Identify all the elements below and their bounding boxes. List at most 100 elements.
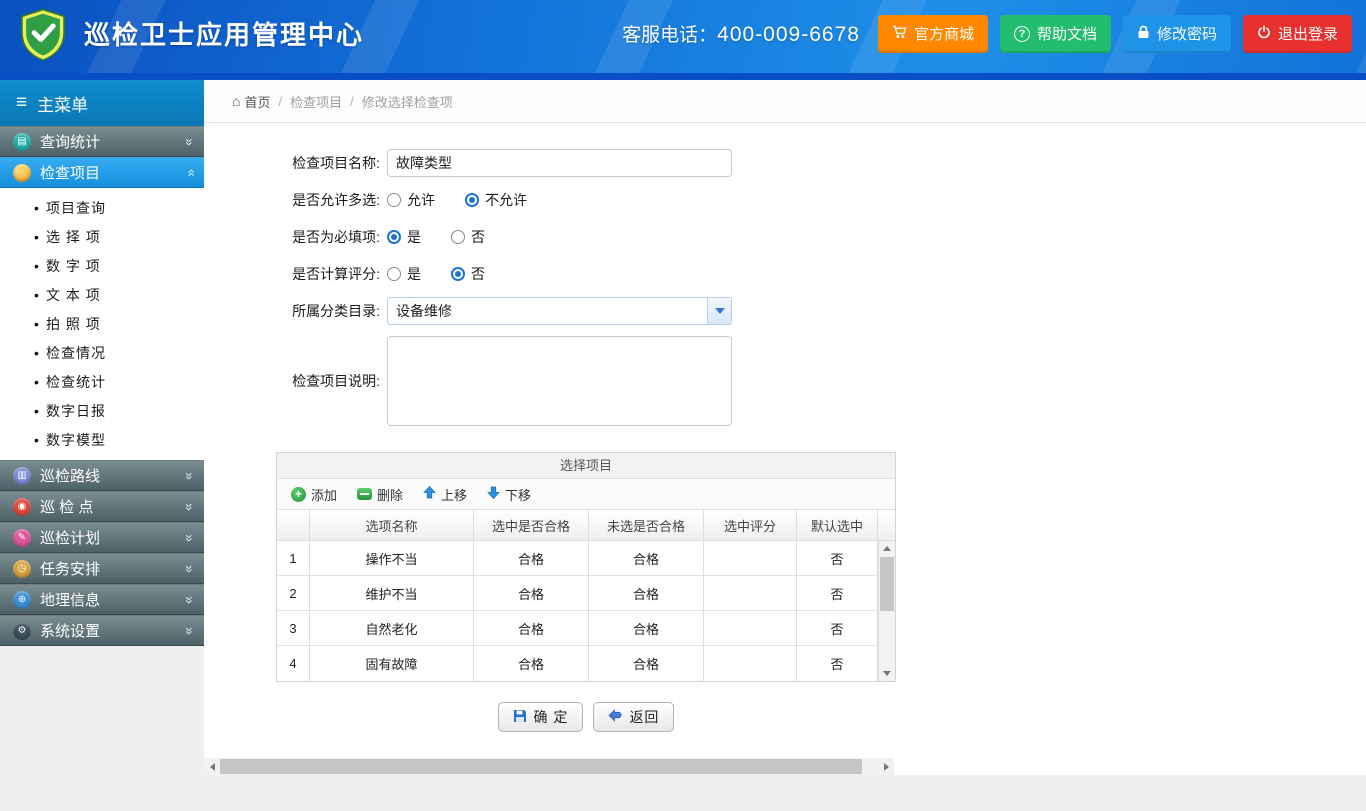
radio-icon[interactable] (387, 193, 401, 207)
table-row[interactable]: 2 维护不当 合格 合格 否 (277, 576, 878, 611)
col-option-name[interactable]: 选项名称 (310, 510, 474, 540)
sidebar-item-settings[interactable]: ⚙ 系统设置 » (0, 615, 204, 646)
change-password-button[interactable]: 修改密码 (1122, 14, 1231, 53)
breadcrumb-section[interactable]: 检查项目 (290, 92, 342, 111)
radio-icon[interactable] (451, 230, 465, 244)
breadcrumb: ⌂首页 检查项目 修改选择检查项 (204, 80, 1366, 123)
add-option-button[interactable]: + 添加 (282, 481, 346, 508)
cell-option-name: 自然老化 (310, 611, 474, 645)
category-label: 所属分类目录: (292, 303, 380, 319)
required-label: 是否为必填项: (292, 229, 380, 245)
service-phone-number: 400-009-6678 (717, 23, 860, 46)
move-up-button[interactable]: 上移 (414, 481, 476, 508)
cell-selected-ok: 合格 (474, 576, 589, 610)
back-button[interactable]: 返回 (593, 702, 675, 732)
help-icon: ? (1013, 25, 1030, 42)
main-menu-header: ≡ 主菜单 (0, 80, 204, 126)
form-row-required: 是否为必填项: 是 否 (276, 223, 1366, 251)
sidebar-item-plans[interactable]: ✎ 巡检计划 » (0, 522, 204, 553)
submenu-item-label: 项目查询 (46, 199, 106, 216)
sidebar: ≡ 主菜单 ▤ 查询统计 » 检查项目 » 项目查询 选 择 项 数 字 项 文… (0, 80, 204, 646)
radio-yes-label: 是 (407, 266, 421, 282)
sidebar-item-label: 巡检计划 (40, 530, 101, 547)
scroll-right-icon[interactable] (878, 758, 894, 775)
sidebar-item-label: 检查项目 (40, 165, 101, 182)
col-default[interactable]: 默认选中 (797, 510, 878, 540)
official-shop-label: 官方商城 (913, 26, 974, 43)
cell-unselected-ok: 合格 (589, 611, 704, 645)
help-docs-button[interactable]: ? 帮助文档 (999, 14, 1111, 53)
logout-button[interactable]: 退出登录 (1242, 14, 1352, 53)
submenu-item-label: 数字模型 (46, 431, 106, 448)
category-select[interactable]: 设备维修 (387, 297, 732, 325)
content-horizontal-scrollbar[interactable] (204, 758, 894, 775)
submenu-item-check-status[interactable]: 检查情况 (0, 338, 204, 367)
breadcrumb-home[interactable]: ⌂ 首页 (232, 92, 270, 111)
submenu-item-check-stats[interactable]: 检查统计 (0, 367, 204, 396)
form-row-multi: 是否允许多选: 允许 不允许 (276, 186, 1366, 214)
radio-checked-icon[interactable] (387, 230, 401, 244)
table-row[interactable]: 3 自然老化 合格 合格 否 (277, 611, 878, 646)
table-row[interactable]: 1 操作不当 合格 合格 否 (277, 541, 878, 576)
chevron-down-icon: » (182, 502, 199, 511)
radio-required-no[interactable]: 否 (451, 227, 485, 247)
table-vertical-scrollbar[interactable] (878, 541, 895, 681)
submenu-item-project-query[interactable]: 项目查询 (0, 193, 204, 222)
scroll-down-icon[interactable] (879, 666, 895, 681)
scroll-left-icon[interactable] (204, 758, 220, 775)
delete-option-button[interactable]: 删除 (348, 481, 412, 508)
cell-index: 2 (277, 576, 310, 610)
options-table-toolbar: + 添加 删除 上移 下移 (277, 479, 895, 510)
sidebar-item-routes[interactable]: ▥ 巡检路线 » (0, 460, 204, 491)
bullet-icon (34, 345, 46, 361)
col-selected-ok[interactable]: 选中是否合格 (474, 510, 589, 540)
submenu-item-number-daily[interactable]: 数字日报 (0, 396, 204, 425)
horizontal-scrollbar-thumb[interactable] (220, 759, 862, 774)
radio-required-yes[interactable]: 是 (387, 227, 421, 247)
radio-checked-icon[interactable] (465, 193, 479, 207)
cell-unselected-ok: 合格 (589, 576, 704, 610)
bullet-icon (34, 403, 46, 419)
submenu-item-number-model[interactable]: 数字模型 (0, 425, 204, 454)
change-password-label: 修改密码 (1156, 26, 1217, 43)
col-score[interactable]: 选中评分 (704, 510, 797, 540)
home-icon: ⌂ (232, 93, 241, 109)
move-down-button[interactable]: 下移 (478, 481, 540, 508)
confirm-button[interactable]: 确 定 (497, 702, 584, 732)
submenu-item-select-item[interactable]: 选 择 项 (0, 222, 204, 251)
submenu-item-number-item[interactable]: 数 字 项 (0, 251, 204, 280)
radio-checked-icon[interactable] (451, 267, 465, 281)
description-textarea[interactable] (387, 336, 732, 426)
sidebar-item-geo[interactable]: ⊕ 地理信息 » (0, 584, 204, 615)
cell-score (704, 611, 797, 645)
lock-icon (1137, 25, 1150, 43)
table-row[interactable]: 4 固有故障 合格 合格 否 (277, 646, 878, 681)
radio-score-yes[interactable]: 是 (387, 264, 421, 284)
submenu-item-photo-item[interactable]: 拍 照 项 (0, 309, 204, 338)
cart-icon (892, 25, 907, 43)
vertical-scrollbar-thumb[interactable] (880, 557, 894, 611)
multi-radio-group: 允许 不允许 (387, 186, 557, 214)
sidebar-item-tasks[interactable]: ◷ 任务安排 » (0, 553, 204, 584)
radio-not-allow[interactable]: 不允许 (465, 190, 527, 210)
description-label: 检查项目说明: (292, 373, 380, 389)
cell-index: 4 (277, 646, 310, 681)
sidebar-item-inspection-items[interactable]: 检查项目 » (0, 157, 204, 188)
cell-option-name: 维护不当 (310, 576, 474, 610)
sidebar-item-label: 查询统计 (40, 134, 101, 151)
radio-allow[interactable]: 允许 (387, 190, 435, 210)
scroll-up-icon[interactable] (879, 541, 895, 556)
official-shop-button[interactable]: 官方商城 (877, 14, 988, 53)
sidebar-item-query-stats[interactable]: ▤ 查询统计 » (0, 126, 204, 157)
bullet-icon (34, 258, 46, 274)
radio-icon[interactable] (387, 267, 401, 281)
chevron-down-icon[interactable] (707, 298, 731, 324)
col-index (277, 510, 310, 540)
item-name-input[interactable] (387, 149, 732, 177)
sidebar-item-points[interactable]: ◉ 巡 检 点 » (0, 491, 204, 522)
submenu-item-text-item[interactable]: 文 本 项 (0, 280, 204, 309)
submenu-item-label: 拍 照 项 (46, 315, 101, 332)
col-unselected-ok[interactable]: 未选是否合格 (589, 510, 704, 540)
submenu-item-label: 文 本 项 (46, 286, 101, 303)
radio-score-no[interactable]: 否 (451, 264, 485, 284)
